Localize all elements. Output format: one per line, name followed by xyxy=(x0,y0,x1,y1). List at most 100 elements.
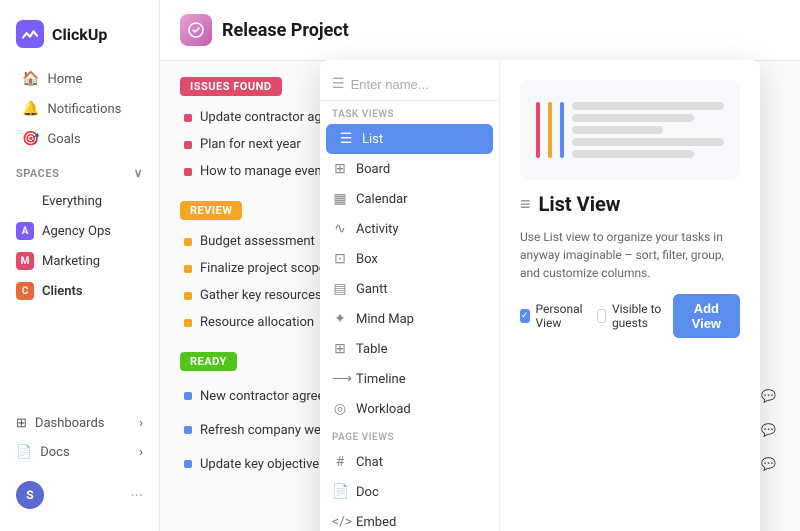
task-dot xyxy=(184,426,192,434)
task-views-label: TASK VIEWS xyxy=(320,101,499,124)
docs-icon: 📄 xyxy=(16,445,32,460)
group-label-review: REVIEW xyxy=(180,201,242,220)
dropdown-item-doc[interactable]: 📄 Doc xyxy=(320,477,499,507)
doc-icon: 📄 xyxy=(332,484,348,500)
task-dot xyxy=(184,319,192,327)
dropdown-item-gantt[interactable]: ▤ Gantt xyxy=(320,274,499,304)
group-label-ready: READY xyxy=(180,352,237,371)
sidebar-item-everything[interactable]: ☰ Everything xyxy=(6,186,153,216)
sidebar-bottom: ⊞ Dashboards › 📄 Docs › S ··· xyxy=(0,409,159,519)
sidebar-item-home[interactable]: 🏠 Home xyxy=(6,64,153,94)
project-title: Release Project xyxy=(222,20,349,41)
dropdown-item-timeline[interactable]: ⟶ Timeline xyxy=(320,364,499,394)
chat-icon: 💬 xyxy=(761,389,776,403)
task-dot xyxy=(184,392,192,400)
sidebar-item-label: Goals xyxy=(47,132,80,147)
page-views-label: PAGE VIEWS xyxy=(320,424,499,447)
box-icon: ⊡ xyxy=(332,251,348,267)
clients-avatar: C xyxy=(16,282,34,300)
chat-icon: # xyxy=(332,454,348,470)
dropdown-item-box[interactable]: ⊡ Box xyxy=(320,244,499,274)
dropdown-item-workload[interactable]: ◎ Workload xyxy=(320,394,499,424)
sidebar-nav: 🏠 Home 🔔 Notifications 🎯 Goals xyxy=(0,64,159,154)
sidebar-item-dashboards[interactable]: ⊞ Dashboards › xyxy=(0,409,159,438)
dropdown-search-input[interactable] xyxy=(351,77,487,92)
checkbox-checked: ✓ xyxy=(520,309,530,323)
mindmap-icon: ✦ xyxy=(332,311,348,327)
dropdown-item-mindmap[interactable]: ✦ Mind Map xyxy=(320,304,499,334)
space-label: Everything xyxy=(42,194,102,209)
board-icon: ⊞ xyxy=(332,161,348,177)
sidebar-item-goals[interactable]: 🎯 Goals xyxy=(6,124,153,154)
space-label: Marketing xyxy=(42,254,100,269)
panel-preview xyxy=(520,80,740,180)
gantt-icon: ▤ xyxy=(332,281,348,297)
dropdown-left-panel: ☰ TASK VIEWS ☰ List ⊞ Board ▦ Calendar ∿… xyxy=(320,60,500,531)
chevron-right-icon: › xyxy=(139,445,143,460)
panel-footer: ✓ Personal View Visible to guests Add Vi… xyxy=(520,294,740,338)
goal-icon: 🎯 xyxy=(22,131,39,147)
list-icon: ☰ xyxy=(338,131,354,147)
sidebar-item-notifications[interactable]: 🔔 Notifications xyxy=(6,94,153,124)
marketing-avatar: M xyxy=(16,252,34,270)
main-header: Release Project xyxy=(160,0,800,61)
agency-avatar: A xyxy=(16,222,34,240)
logo-area: ClickUp xyxy=(0,12,159,64)
table-icon: ⊞ xyxy=(332,341,348,357)
task-dot xyxy=(184,114,192,122)
sidebar-item-clients[interactable]: C Clients xyxy=(6,276,153,306)
chevron-right-icon: › xyxy=(139,416,143,431)
chat-icon: 💬 xyxy=(761,457,776,471)
dropdown-item-calendar[interactable]: ▦ Calendar xyxy=(320,184,499,214)
sidebar-item-marketing[interactable]: M Marketing xyxy=(6,246,153,276)
sidebar-item-label: Notifications xyxy=(47,102,121,117)
sidebar: ClickUp 🏠 Home 🔔 Notifications 🎯 Goals S… xyxy=(0,0,160,531)
spaces-list: ☰ Everything A Agency Ops M Marketing C … xyxy=(0,186,159,306)
workload-icon: ◎ xyxy=(332,401,348,417)
preview-lines xyxy=(572,102,724,158)
add-view-button[interactable]: Add View xyxy=(673,294,740,338)
personal-view-checkbox[interactable]: ✓ Personal View xyxy=(520,302,587,330)
task-dot xyxy=(184,168,192,176)
user-row[interactable]: S ··· xyxy=(0,471,159,519)
list-view-icon: ≡ xyxy=(520,194,531,215)
checkbox-empty xyxy=(597,309,606,323)
user-menu-dots: ··· xyxy=(130,486,143,505)
chevron-icon: ∨ xyxy=(134,166,143,180)
task-dot xyxy=(184,238,192,246)
list-preview-visual xyxy=(536,102,724,158)
dropdown-item-chat[interactable]: # Chat xyxy=(320,447,499,477)
list-icon: ☰ xyxy=(332,76,345,92)
bell-icon: 🔔 xyxy=(22,101,39,117)
task-dot xyxy=(184,460,192,468)
visible-guests-checkbox[interactable]: Visible to guests xyxy=(597,302,663,330)
task-dot xyxy=(184,292,192,300)
panel-description: Use List view to organize your tasks in … xyxy=(520,228,740,282)
color-bar-yellow xyxy=(548,102,552,158)
home-icon: 🏠 xyxy=(22,71,39,87)
timeline-icon: ⟶ xyxy=(332,371,348,387)
dropdown-search-area[interactable]: ☰ xyxy=(320,68,499,101)
calendar-icon: ▦ xyxy=(332,191,348,207)
project-icon xyxy=(180,14,212,46)
activity-icon: ∿ xyxy=(332,221,348,237)
sidebar-item-agency[interactable]: A Agency Ops xyxy=(6,216,153,246)
task-dot xyxy=(184,265,192,273)
dropdown-right-panel: ≡ List View Use List view to organize yo… xyxy=(500,60,760,531)
spaces-header: Spaces ∨ xyxy=(0,154,159,186)
dropdown-item-list[interactable]: ☰ List xyxy=(326,124,493,154)
dashboard-icon: ⊞ xyxy=(16,416,27,431)
view-dropdown: ☰ TASK VIEWS ☰ List ⊞ Board ▦ Calendar ∿… xyxy=(320,60,760,531)
space-label: Agency Ops xyxy=(42,224,111,239)
panel-title: ≡ List View xyxy=(520,192,740,216)
everything-icon: ☰ xyxy=(16,192,34,210)
dropdown-item-activity[interactable]: ∿ Activity xyxy=(320,214,499,244)
dropdown-item-board[interactable]: ⊞ Board xyxy=(320,154,499,184)
space-label: Clients xyxy=(42,284,83,299)
main-area: Release Project ISSUES FOUND Update cont… xyxy=(160,0,800,531)
sidebar-item-label: Home xyxy=(47,72,82,87)
dropdown-item-table[interactable]: ⊞ Table xyxy=(320,334,499,364)
sidebar-item-docs[interactable]: 📄 Docs › xyxy=(0,438,159,467)
dropdown-item-embed[interactable]: </> Embed xyxy=(320,507,499,531)
color-bar-red xyxy=(536,102,540,158)
